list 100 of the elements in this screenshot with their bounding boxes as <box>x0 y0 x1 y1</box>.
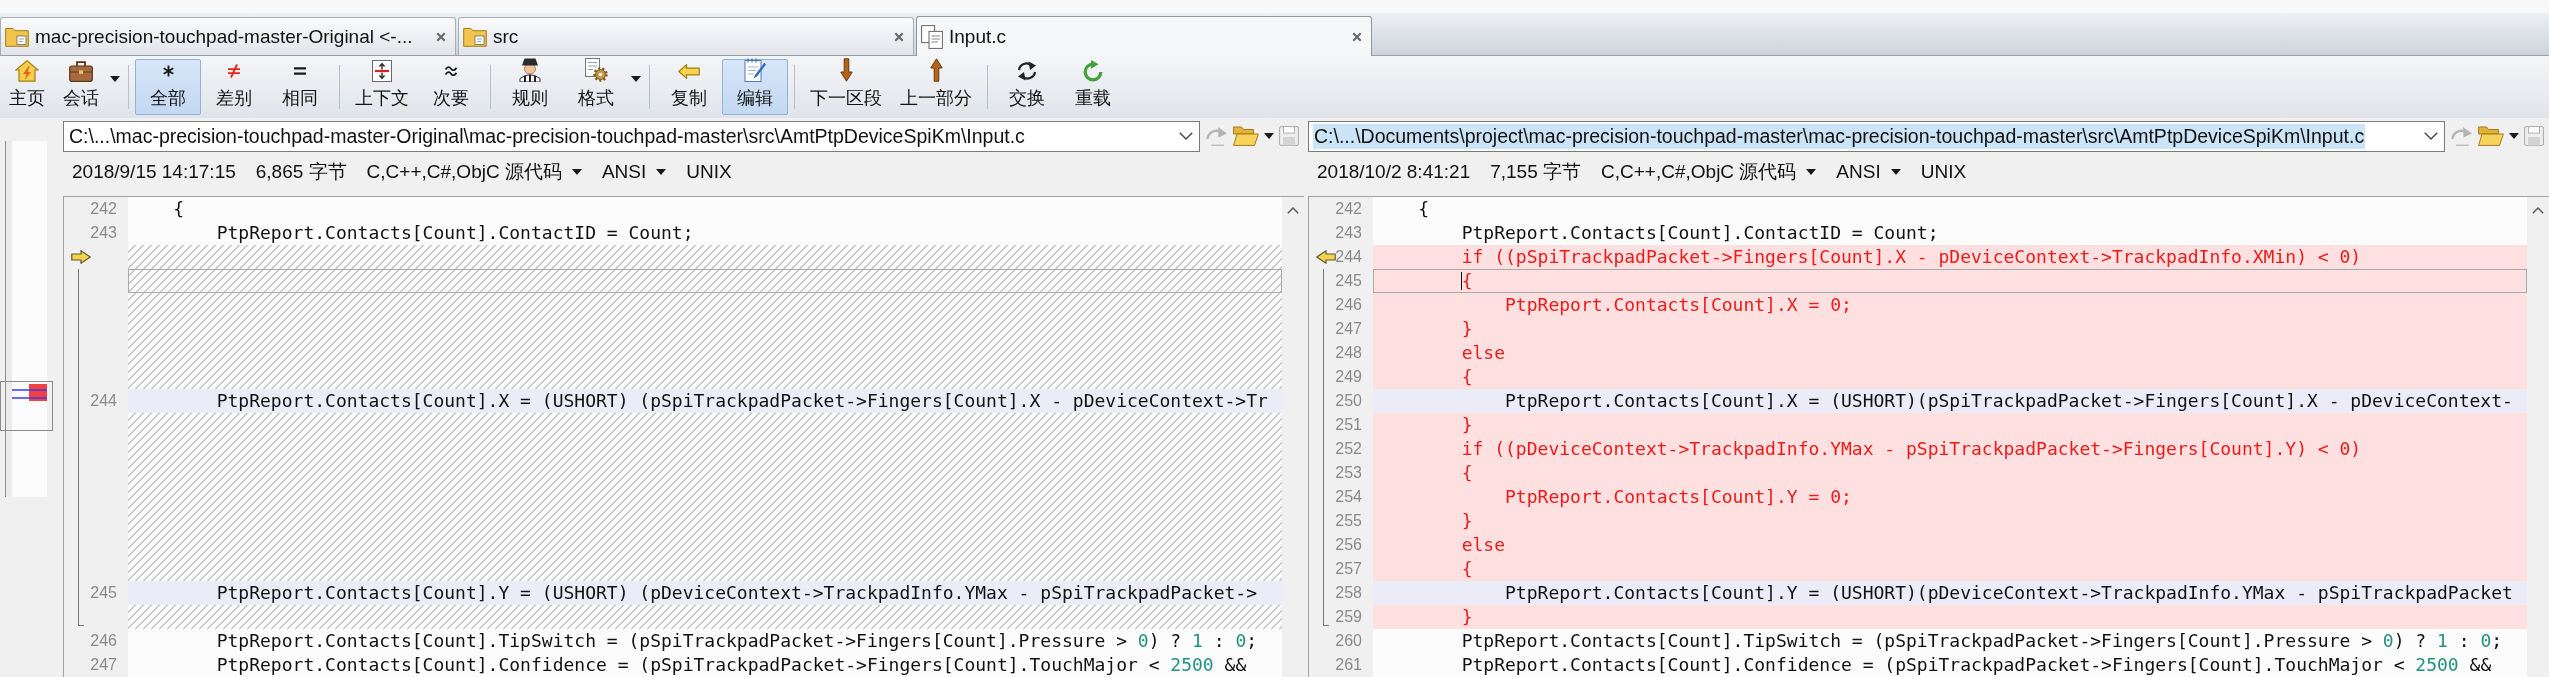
chevron-down-icon[interactable] <box>1179 132 1193 140</box>
left-arrow-icon <box>678 63 700 79</box>
caret-down-icon[interactable] <box>2509 133 2519 139</box>
line-ending-text: UNIX <box>1920 161 1967 183</box>
line-number: 260 <box>1335 631 1362 651</box>
language-dropdown[interactable]: C,C++,C#,ObjC 源代码 <box>1601 159 1817 185</box>
toolbar-button[interactable]: 复制 <box>656 59 722 115</box>
line-number: 250 <box>1335 391 1362 411</box>
caret-down-icon[interactable] <box>631 76 641 82</box>
toolbar-button[interactable]: 上一部分 <box>891 59 981 115</box>
close-icon[interactable] <box>1352 31 1362 42</box>
line-number: 254 <box>1335 487 1362 507</box>
chevron-down-icon[interactable] <box>2424 132 2438 140</box>
line-number: 242 <box>1335 199 1362 219</box>
close-icon[interactable] <box>894 31 904 42</box>
code-text: else <box>1461 342 1506 363</box>
code-text: { <box>1461 462 1473 483</box>
caret-down-icon <box>656 169 667 175</box>
approx-icon <box>445 66 457 76</box>
caret-down-icon[interactable] <box>1264 133 1274 139</box>
line-number: 253 <box>1335 463 1362 483</box>
asterisk-icon <box>162 65 174 77</box>
code-text: { <box>1461 270 1473 291</box>
code-text: PtpReport.Contacts[Count].Y = 0; <box>1505 486 1852 507</box>
path-combobox[interactable]: C:\...\Documents\project\mac-precision-touchpad-master\mac-precision-touchpad-master\src\AmtPtpDeviceSpiKm\Input.c <box>1308 120 2445 152</box>
close-icon[interactable] <box>436 31 446 42</box>
not-equal-icon <box>228 64 240 78</box>
line-number: 245 <box>1335 271 1362 291</box>
line-number: 252 <box>1335 439 1362 459</box>
toolbar-button[interactable]: 差别 <box>201 59 267 115</box>
encoding-dropdown[interactable]: ANSI <box>1836 161 1901 183</box>
code-text: } <box>1461 414 1473 435</box>
tab[interactable]: mac-precision-touchpad-master-Original <-... <box>0 17 456 55</box>
toolbar-button[interactable]: 上下文 <box>346 59 418 115</box>
timestamp-text: 2018/10/2 8:41:21 <box>1317 161 1471 183</box>
toolbar-button[interactable]: 规则 <box>497 59 563 115</box>
tab[interactable]: src <box>458 17 914 55</box>
code-text: { <box>173 198 185 219</box>
language-dropdown[interactable]: C,C++,C#,ObjC 源代码 <box>366 159 582 185</box>
line-number: 242 <box>90 199 117 219</box>
caret-down-icon <box>1806 169 1817 175</box>
toolbar-button[interactable]: 次要 <box>418 59 484 115</box>
code-text: PtpReport.Contacts[Count].X = 0; <box>1505 294 1852 315</box>
toolbar-button[interactable]: 编辑 <box>722 59 788 115</box>
caret-down-icon <box>1890 169 1901 175</box>
tab[interactable]: Input.c <box>916 16 1372 56</box>
line-number: 248 <box>1335 343 1362 363</box>
line-number: 244 <box>1335 247 1362 267</box>
line-number: 247 <box>90 655 117 675</box>
scroll-up-icon[interactable] <box>1287 207 1299 214</box>
encoding-dropdown[interactable]: ANSI <box>601 161 667 183</box>
code-text: PtpReport.Contacts[Count].X = (USHORT) (pSpiTrackpadPacket->Fingers[Count].X - pDeviceContext->Tr <box>216 390 1268 411</box>
code-text: } <box>1461 510 1473 531</box>
expand-lines-icon <box>372 60 392 82</box>
code-text: else <box>1461 534 1506 555</box>
toolbar-button[interactable]: 重载 <box>1060 59 1126 115</box>
down-arrow-icon <box>839 58 853 82</box>
line-number: 258 <box>1335 583 1362 603</box>
path-combobox[interactable]: C:\...\mac-precision-touchpad-master-Original\mac-precision-touchpad-master\src\AmtPtpDeviceSpiKm\Input.c <box>63 120 1200 152</box>
code-text: { <box>1418 198 1430 219</box>
viewport-frame[interactable] <box>0 381 53 431</box>
line-number: 251 <box>1335 415 1362 435</box>
toolbar-button[interactable]: 交换 <box>994 59 1060 115</box>
line-number: 243 <box>90 223 117 243</box>
equals-icon <box>294 67 306 75</box>
line-number: 256 <box>1335 535 1362 555</box>
caret-down-icon[interactable] <box>110 76 120 82</box>
line-number: 244 <box>90 391 117 411</box>
code-text: PtpReport.Contacts[Count].Confidence = (pSpiTrackpadPacket->Fingers[Count].TouchMajor < 2500 && <box>1461 654 2492 675</box>
toolbar-button[interactable]: 下一区段 <box>801 59 891 115</box>
toolbar-button[interactable]: 格式 <box>563 59 629 115</box>
path-text: C:\...\mac-precision-touchpad-master-Original\mac-precision-touchpad-master\src\AmtPtpDeviceSpiKm\Input.c <box>68 123 1026 149</box>
folder-open-icon[interactable] <box>2478 126 2504 146</box>
toolbar-button[interactable]: 相同 <box>267 59 333 115</box>
reload-icon <box>1082 60 1104 82</box>
toolbar-button[interactable]: 会话 <box>54 59 108 115</box>
scroll-up-icon[interactable] <box>2532 207 2544 214</box>
toolbar-button[interactable]: 全部 <box>135 59 201 115</box>
line-number: 247 <box>1335 319 1362 339</box>
notepad-pencil-icon <box>744 58 766 82</box>
referee-icon <box>519 58 541 82</box>
code-text: PtpReport.Contacts[Count].Y = (USHORT)(pDeviceContext->TrackpadInfo.YMax - pSpiTrackpadPacket <box>1505 582 2513 603</box>
timestamp-text: 2018/9/15 14:17:15 <box>72 161 236 183</box>
code-text: PtpReport.Contacts[Count].ContactID = Count; <box>216 222 694 243</box>
line-number: 243 <box>1335 223 1362 243</box>
code-text: } <box>1461 606 1473 627</box>
toolbar-button[interactable]: 主页 <box>0 59 54 115</box>
line-ending-text: UNIX <box>686 161 732 183</box>
folder-open-icon[interactable] <box>1233 126 1259 146</box>
line-number: 257 <box>1335 559 1362 579</box>
file-size-text: 7,155 字节 <box>1490 160 1582 184</box>
code-text: { <box>1461 366 1473 387</box>
line-number: 246 <box>90 631 117 651</box>
path-text: C:\...\Documents\project\mac-precision-touchpad-master\mac-precision-touchpad-master\src\AmtPtpDeviceSpiKm\Input.c <box>1313 123 2366 149</box>
line-number: 245 <box>90 583 117 603</box>
line-number: 259 <box>1335 607 1362 627</box>
code-text: if ((pDeviceContext->TrackpadInfo.YMax - pSpiTrackpadPacket->Fingers[Count].Y) < 0) <box>1461 438 2362 459</box>
code-text: PtpReport.Contacts[Count].X = (USHORT)(pSpiTrackpadPacket->Fingers[Count].X - pDeviceContext- <box>1505 390 2513 411</box>
document-gear-icon <box>584 58 608 82</box>
file-size-text: 6,865 字节 <box>255 160 347 184</box>
